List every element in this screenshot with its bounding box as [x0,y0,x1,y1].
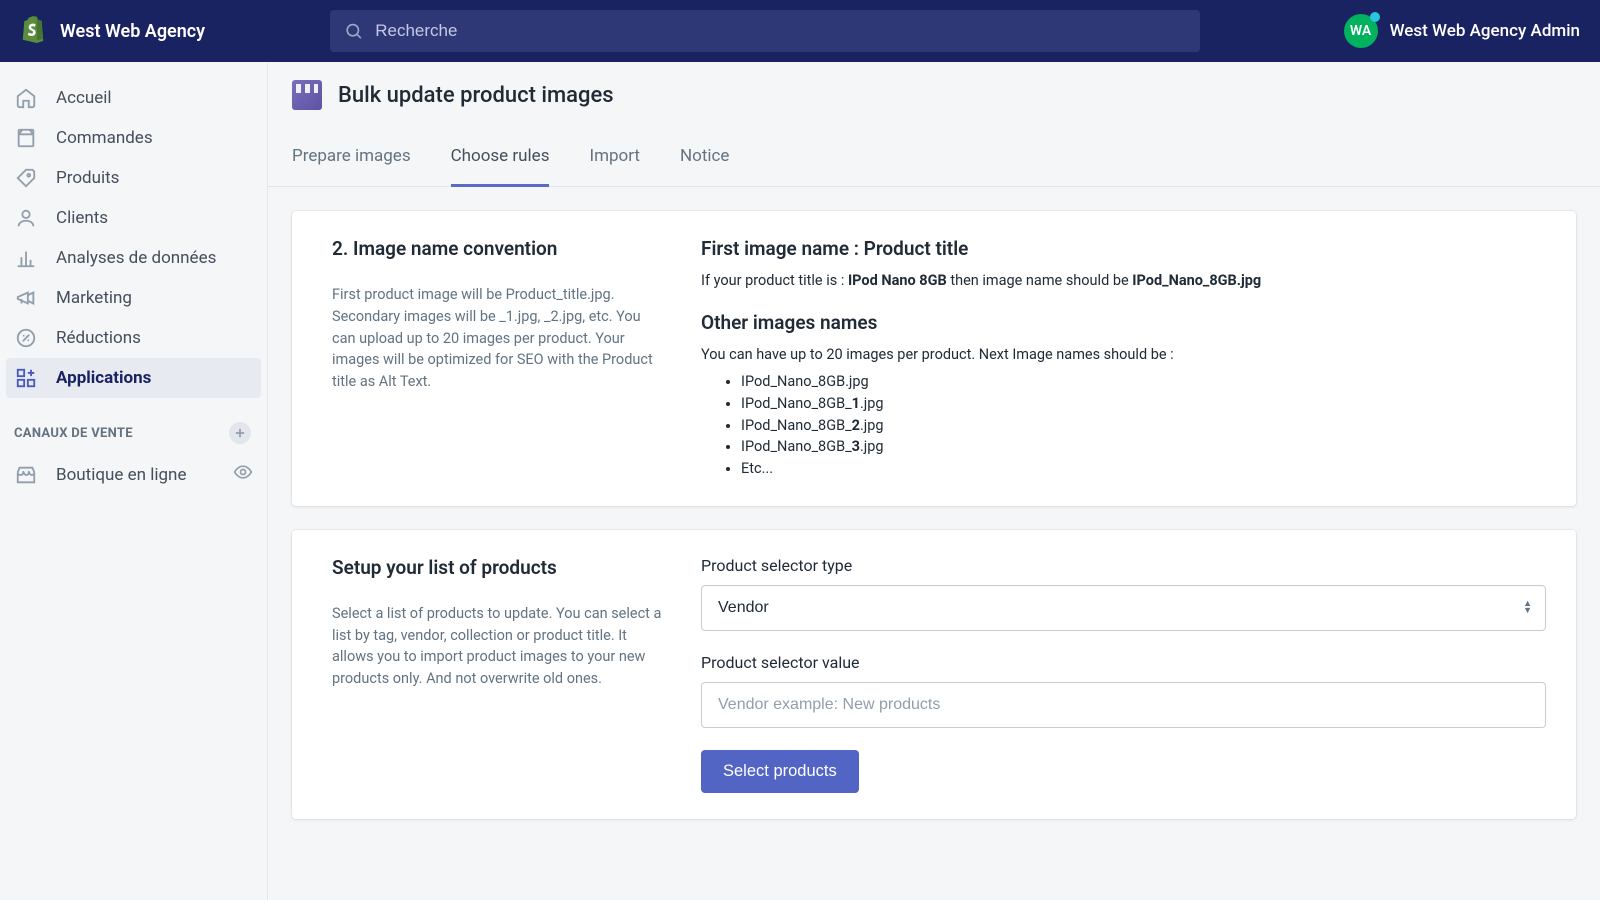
nav-label: Commandes [56,128,153,148]
avatar: WA [1344,14,1378,48]
tab-import[interactable]: Import [589,130,640,186]
search-icon [344,21,363,41]
store-icon [14,463,38,487]
section-description: First product image will be Product_titl… [332,284,662,393]
selector-value-input[interactable] [701,682,1546,728]
nav-online-store[interactable]: Boutique en ligne [0,454,267,495]
select-products-button[interactable]: Select products [701,750,859,793]
app-title: Bulk update product images [338,83,614,108]
list-item: IPod_Nano_8GB_3.jpg [741,436,1546,458]
apps-icon [14,366,38,390]
shopify-logo-icon [20,15,46,47]
add-channel-button[interactable] [229,422,251,444]
section-title: Setup your list of products [332,556,662,579]
other-images-help: You can have up to 20 images per product… [701,346,1546,363]
orders-icon [14,126,38,150]
nav-marketing[interactable]: Marketing [0,278,267,318]
nav-label: Clients [56,208,108,228]
product-selector-card: Setup your list of products Select a lis… [292,530,1576,819]
tab-choose-rules[interactable]: Choose rules [451,130,550,187]
search-input[interactable] [375,21,1186,41]
top-bar: West Web Agency WA West Web Agency Admin [0,0,1600,62]
other-images-heading: Other images names [701,311,1546,334]
nav-apps[interactable]: Applications [6,358,261,398]
nav-products[interactable]: Produits [0,158,267,198]
nav-discounts[interactable]: Réductions [0,318,267,358]
search-box[interactable] [330,10,1200,52]
nav-label: Applications [56,368,151,388]
nav-label: Réductions [56,328,141,348]
sales-channels-heading: CANAUX DE VENTE [14,426,133,441]
list-item: IPod_Nano_8GB.jpg [741,371,1546,393]
eye-icon[interactable] [233,462,253,487]
tag-icon [14,166,38,190]
nav-label: Accueil [56,88,112,108]
megaphone-icon [14,286,38,310]
section-description: Select a list of products to update. You… [332,603,662,690]
store-name: West Web Agency [60,21,205,42]
user-menu[interactable]: WA West Web Agency Admin [1344,14,1580,48]
list-item: IPod_Nano_8GB_1.jpg [741,393,1546,415]
list-item: Etc... [741,458,1546,480]
list-item: IPod_Nano_8GB_2.jpg [741,415,1546,437]
analytics-icon [14,246,38,270]
nav-orders[interactable]: Commandes [0,118,267,158]
user-name: West Web Agency Admin [1390,21,1580,41]
nav-analytics[interactable]: Analyses de données [0,238,267,278]
image-convention-card: 2. Image name convention First product i… [292,211,1576,506]
nav-label: Boutique en ligne [56,465,186,485]
section-title: 2. Image name convention [332,237,662,260]
selector-type-select[interactable]: Vendor [701,585,1546,631]
tab-prepare-images[interactable]: Prepare images [292,130,411,186]
nav-home[interactable]: Accueil [0,78,267,118]
tab-notice[interactable]: Notice [680,130,729,186]
person-icon [14,206,38,230]
nav-label: Analyses de données [56,248,216,268]
first-image-heading: First image name : Product title [701,237,1546,260]
nav-label: Produits [56,168,119,188]
first-image-subtext: If your product title is : IPod Nano 8GB… [701,272,1546,289]
sidebar: Accueil Commandes Produits Clients Analy… [0,62,268,900]
tab-bar: Prepare images Choose rules Import Notic… [268,130,1600,187]
selector-value-label: Product selector value [701,653,1546,672]
discount-icon [14,326,38,350]
home-icon [14,86,38,110]
app-icon [292,80,322,110]
main-content: Bulk update product images Prepare image… [268,62,1600,900]
image-name-list: IPod_Nano_8GB.jpgIPod_Nano_8GB_1.jpgIPod… [741,371,1546,480]
nav-customers[interactable]: Clients [0,198,267,238]
selector-type-label: Product selector type [701,556,1546,575]
nav-label: Marketing [56,288,132,308]
